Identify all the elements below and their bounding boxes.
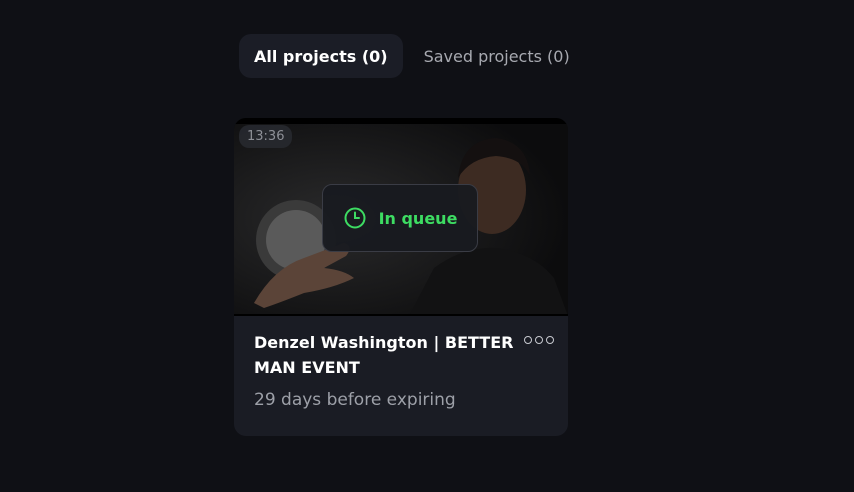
status-label: In queue	[378, 208, 458, 228]
card-info: Denzel Washington | BETTER MAN EVENT 29 …	[254, 330, 546, 410]
duration-badge: 13:36	[239, 125, 293, 148]
project-tabs: All projects (0) Saved projects (0)	[239, 34, 578, 78]
tab-saved-projects[interactable]: Saved projects (0)	[403, 34, 578, 78]
more-dot	[535, 336, 543, 344]
projects-page: All projects (0) Saved projects (0) 13:3…	[0, 0, 854, 492]
project-card[interactable]: 13:36 In queue Denzel Washington | BETTE…	[234, 118, 568, 436]
status-badge: In queue	[322, 184, 478, 252]
more-options-icon[interactable]	[524, 336, 554, 344]
video-thumbnail[interactable]: 13:36 In queue	[234, 118, 568, 316]
expiry-text: 29 days before expiring	[254, 390, 456, 410]
tab-all-projects[interactable]: All projects (0)	[239, 34, 403, 78]
project-title: Denzel Washington | BETTER MAN EVENT	[254, 333, 514, 377]
more-dot	[524, 336, 532, 344]
clock-icon	[344, 207, 366, 229]
more-dot	[546, 336, 554, 344]
